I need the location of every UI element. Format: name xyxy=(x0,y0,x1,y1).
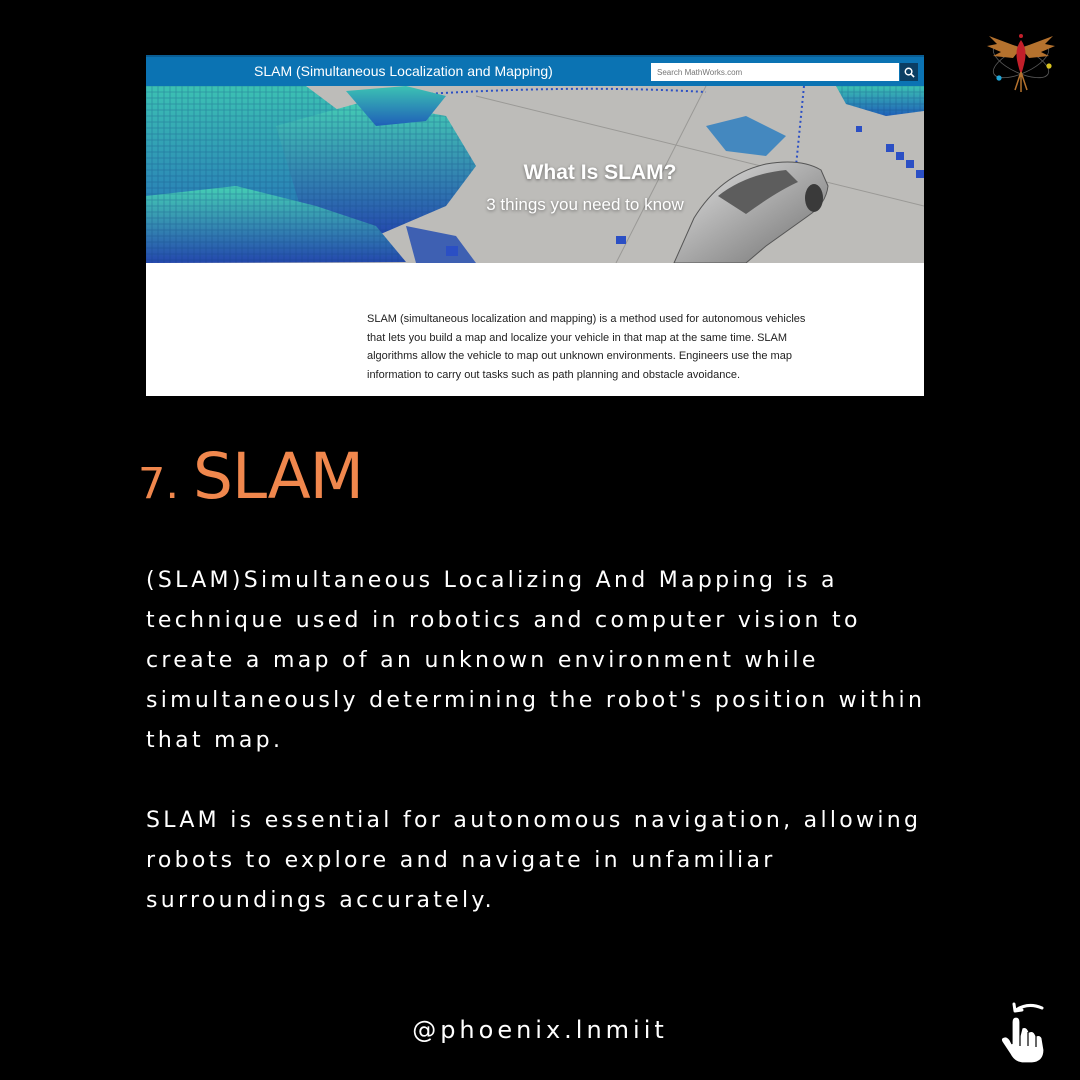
hero-title: What Is SLAM? xyxy=(523,161,677,184)
mathworks-header: SLAM (Simultaneous Localization and Mapp… xyxy=(146,55,924,86)
swipe-hand-icon xyxy=(1000,1002,1045,1064)
search-input[interactable] xyxy=(651,63,899,81)
mathworks-screenshot: SLAM (Simultaneous Localization and Mapp… xyxy=(146,55,924,396)
social-handle: @phoenix.lnmiit xyxy=(412,1016,668,1044)
search-button[interactable] xyxy=(900,63,918,81)
description-paragraph-2: SLAM is essential for autonomous navigat… xyxy=(146,808,922,913)
mathworks-body-text: SLAM (simultaneous localization and mapp… xyxy=(367,313,806,381)
hero-banner: What Is SLAM? 3 things you need to know xyxy=(146,86,924,263)
hero-subtitle: 3 things you need to know xyxy=(486,195,684,214)
mathworks-page-title: SLAM (Simultaneous Localization and Mapp… xyxy=(254,63,553,79)
heading-number: 7. xyxy=(138,459,180,509)
description-paragraph-1: (SLAM)Simultaneous Localizing And Mappin… xyxy=(146,568,926,753)
slide-heading: 7. SLAM xyxy=(138,440,364,513)
phoenix-logo-icon xyxy=(987,34,1055,92)
search-icon xyxy=(904,67,915,78)
heading-text: SLAM xyxy=(193,440,364,513)
